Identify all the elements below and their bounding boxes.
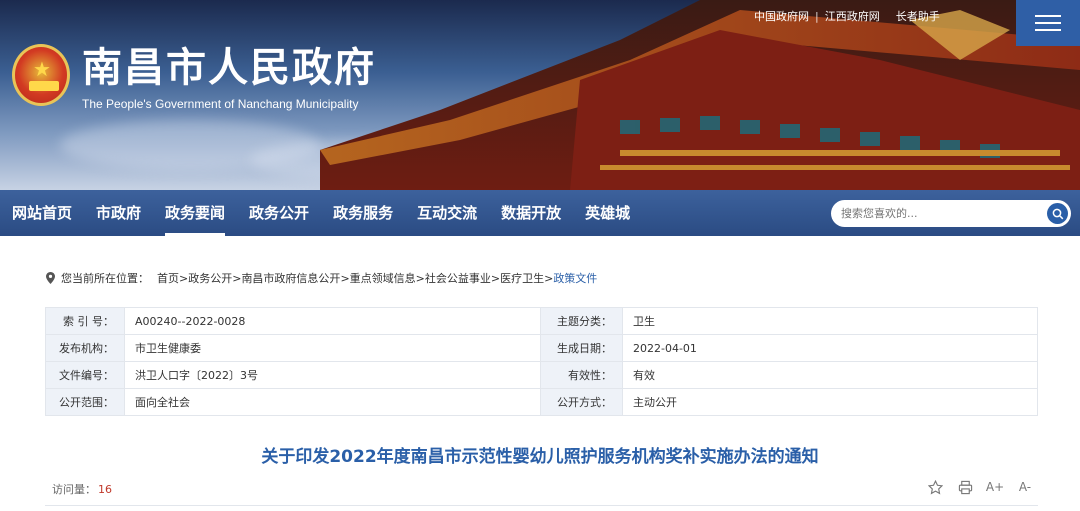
info-label: 文件编号： (45, 361, 125, 389)
font-enlarge-button[interactable]: A+ (986, 478, 1004, 496)
visit-count: 访问量： 16 (52, 481, 112, 497)
info-label: 生成日期： (540, 334, 623, 362)
breadcrumb-separator: > (544, 272, 554, 285)
info-value: 主动公开 (622, 388, 1038, 416)
top-links: 中国政府网 | 江西政府网 长者助手 (754, 8, 940, 24)
info-value: 卫生 (622, 307, 1038, 335)
breadcrumb-item[interactable]: 政务公开 (188, 272, 232, 285)
palace-roof-image (320, 0, 1080, 190)
font-shrink-button[interactable]: A- (1016, 478, 1034, 496)
breadcrumb-item[interactable]: 首页 (157, 272, 179, 285)
breadcrumb-item[interactable]: 政策文件 (553, 272, 597, 285)
info-value: A00240--2022-0028 (124, 307, 541, 335)
breadcrumb-separator: > (179, 272, 189, 285)
info-label: 公开范围： (45, 388, 125, 416)
info-value: 有效 (622, 361, 1038, 389)
breadcrumb-separator: > (490, 272, 501, 285)
info-row: 公开范围： 面向全社会 公开方式： 主动公开 (45, 388, 1038, 416)
breadcrumb-item[interactable]: 重点领域信息 (350, 272, 416, 285)
search-box (831, 200, 1071, 227)
link-jiangxi-gov[interactable]: 江西政府网 (825, 8, 880, 24)
breadcrumb-item[interactable]: 社会公益事业 (425, 272, 491, 285)
nav-item[interactable]: 市政府 (84, 190, 153, 236)
breadcrumb-item[interactable]: 南昌市政府信息公开 (241, 272, 340, 285)
nav-item[interactable]: 政务公开 (237, 190, 321, 236)
nav-item[interactable]: 英雄城 (573, 190, 642, 236)
info-table: 索 引 号： A00240--2022-0028 主题分类： 卫生 发布机构： 市卫生健康… (45, 307, 1038, 416)
info-label: 索 引 号： (45, 307, 125, 335)
breadcrumb-items: 首页>政务公开>南昌市政府信息公开>重点领域信息>社会公益事业>医疗卫生>政策文… (157, 270, 597, 286)
search-icon (1052, 208, 1063, 219)
print-icon (958, 480, 972, 494)
hamburger-menu-button[interactable] (1016, 0, 1080, 46)
search-input[interactable] (831, 207, 1031, 220)
nav-item[interactable]: 网站首页 (0, 190, 84, 236)
article-title: 关于印发2022年度南昌市示范性婴幼儿照护服务机构奖补实施办法的通知 (261, 447, 819, 467)
nav-item[interactable]: 互动交流 (405, 190, 489, 236)
info-value: 洪卫人口字〔2022〕3号 (124, 361, 541, 389)
content-divider (45, 505, 1038, 506)
info-row: 索 引 号： A00240--2022-0028 主题分类： 卫生 (45, 307, 1038, 335)
visit-number: 16 (98, 483, 112, 496)
nav-item[interactable]: 数据开放 (489, 190, 573, 236)
info-value: 2022-04-01 (622, 334, 1038, 362)
info-label: 公开方式： (540, 388, 623, 416)
elder-assistant-link[interactable]: 长者助手 (896, 8, 940, 24)
info-label: 有效性： (540, 361, 623, 389)
location-pin-icon (46, 272, 55, 284)
visit-label: 访问量： (52, 483, 96, 496)
search-button[interactable] (1047, 203, 1068, 224)
breadcrumb-separator: > (340, 272, 350, 285)
national-emblem-logo: ★ (12, 44, 70, 106)
breadcrumb-separator: > (415, 272, 425, 285)
header-banner: ★ 南昌市人民政府 The People's Government of Nan… (0, 0, 1080, 190)
site-title: 南昌市人民政府 (82, 45, 376, 91)
star-icon (927, 479, 943, 494)
nav-items: 网站首页 市政府 政务要闻 政务公开 政务服务 互动交流 数据开放 英雄城 (0, 190, 642, 236)
info-value: 面向全社会 (124, 388, 541, 416)
breadcrumb-prefix: 您当前所在位置： (61, 272, 149, 285)
info-label: 发布机构： (45, 334, 125, 362)
info-row: 发布机构： 市卫生健康委 生成日期： 2022-04-01 (45, 334, 1038, 362)
hamburger-menu-icon (1035, 15, 1061, 17)
breadcrumb: 您当前所在位置： 首页>政务公开>南昌市政府信息公开>重点领域信息>社会公益事业… (46, 270, 597, 286)
print-button[interactable] (956, 478, 974, 496)
breadcrumb-item[interactable]: 医疗卫生 (500, 272, 544, 285)
link-china-gov[interactable]: 中国政府网 (754, 8, 809, 24)
nav-item[interactable]: 政务要闻 (153, 190, 237, 236)
main-nav: 网站首页 市政府 政务要闻 政务公开 政务服务 互动交流 数据开放 英雄城 (0, 190, 1080, 236)
link-separator: | (815, 9, 819, 23)
site-subtitle: The People's Government of Nanchang Muni… (82, 97, 359, 111)
nav-item[interactable]: 政务服务 (321, 190, 405, 236)
info-value: 市卫生健康委 (124, 334, 541, 362)
article-tools: A+ A- (926, 478, 1034, 496)
favorite-button[interactable] (926, 478, 944, 496)
info-label: 主题分类： (540, 307, 623, 335)
info-row: 文件编号： 洪卫人口字〔2022〕3号 有效性： 有效 (45, 361, 1038, 389)
